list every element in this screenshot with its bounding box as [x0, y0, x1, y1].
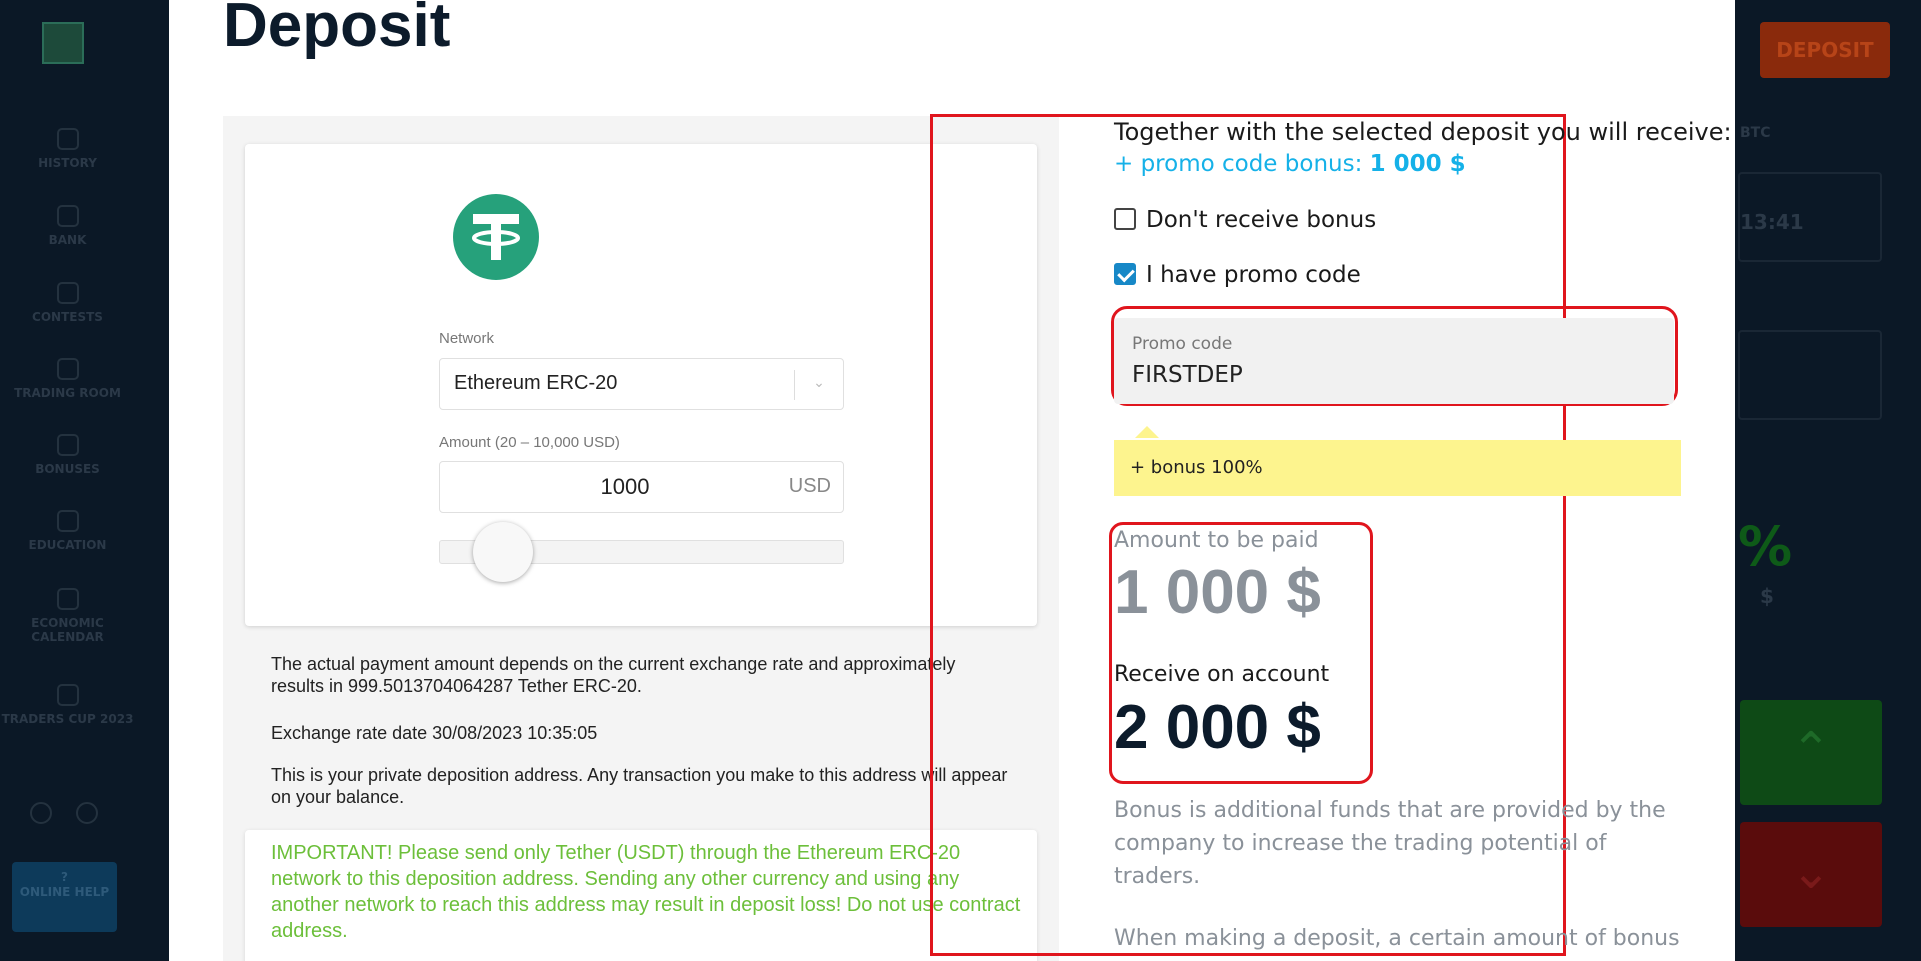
tip-arrow: [1135, 426, 1159, 438]
settings-icon[interactable]: [30, 802, 52, 824]
amount-currency: USD: [788, 475, 831, 497]
app-right-panel: [1738, 0, 1921, 961]
sound-icon[interactable]: [76, 802, 98, 824]
exchange-rate-date: Exchange rate date 30/08/2023 10:35:05: [271, 723, 598, 743]
bank-icon: [56, 205, 79, 227]
sidebar-item-economic-calendar[interactable]: ECONOMIC CALENDAR: [0, 588, 135, 644]
bonus-description: Bonus is additional funds that are provi…: [1114, 798, 1666, 889]
promo-bonus-prefix: + promo code bonus:: [1114, 151, 1370, 177]
amount-field[interactable]: 1000 USD: [439, 461, 844, 513]
sidebar-item-history[interactable]: HISTORY: [0, 128, 135, 170]
no-bonus-label[interactable]: Don't receive bonus: [1146, 207, 1376, 233]
contests-icon: [56, 282, 79, 304]
page-title: Deposit: [223, 0, 451, 60]
arrow-down-icon: ⌄: [1790, 844, 1832, 900]
sidebar-item-trading-room[interactable]: TRADING ROOM: [0, 358, 135, 400]
promo-code-input[interactable]: Promo code FIRSTDEP: [1114, 318, 1674, 404]
header-deposit-button[interactable]: DEPOSIT: [1760, 22, 1890, 78]
sidebar-item-bonuses[interactable]: BONUSES: [0, 434, 135, 476]
private-address-note: This is your private deposition address.…: [271, 765, 1008, 807]
online-help-button[interactable]: ? ONLINE HELP: [12, 862, 117, 932]
asset-pair-label: BTC: [1740, 125, 1771, 141]
pay-amount-value: 1 000 $: [1114, 558, 1321, 627]
bonus-description-continued: When making a deposit, a certain amount …: [1114, 926, 1680, 951]
amount-value[interactable]: 1000: [560, 474, 690, 500]
sidebar-item-education[interactable]: EDUCATION: [0, 510, 135, 552]
network-label: Network: [439, 330, 495, 347]
trading-room-icon: [56, 358, 79, 380]
exchange-rate-note: The actual payment amount depends on the…: [271, 654, 956, 696]
no-bonus-checkbox-row[interactable]: Don't receive bonus: [1114, 207, 1376, 233]
receive-heading: Together with the selected deposit you w…: [1114, 118, 1732, 146]
promo-bonus-value: 1 000 $: [1369, 151, 1466, 177]
bonuses-icon: [56, 434, 79, 456]
time-box[interactable]: 13:41: [1738, 172, 1882, 262]
arrow-up-icon: ⌃: [1790, 722, 1832, 778]
chevron-down-icon[interactable]: ⌄: [809, 371, 829, 395]
select-divider: [794, 370, 795, 400]
sidebar-item-traders-cup[interactable]: TRADERS CUP 2023: [0, 684, 135, 726]
app-sidebar: HISTORY BANK CONTESTS TRADING ROOM BONUS…: [0, 0, 135, 961]
app-logo: [42, 22, 84, 64]
question-icon: ?: [61, 870, 68, 884]
network-select[interactable]: Ethereum ERC-20 ⌄: [439, 358, 844, 410]
no-bonus-checkbox[interactable]: [1114, 208, 1136, 230]
profit-currency: $: [1760, 584, 1774, 608]
down-button[interactable]: ⌄: [1740, 822, 1882, 927]
important-notice: IMPORTANT! Please send only Tether (USDT…: [271, 842, 1021, 942]
payment-method-card: Network Ethereum ERC-20 ⌄ Amount (20 – 1…: [245, 144, 1037, 626]
history-icon: [56, 128, 79, 150]
sidebar-item-bank[interactable]: BANK: [0, 205, 135, 247]
tether-logo-icon: [453, 194, 539, 280]
promo-bonus-line: + promo code bonus: 1 000 $: [1114, 151, 1466, 177]
investment-box[interactable]: [1738, 330, 1882, 420]
promo-code-checkbox-row[interactable]: I have promo code: [1114, 262, 1361, 288]
promo-code-label: Promo code: [1132, 334, 1233, 354]
education-icon: [56, 510, 79, 532]
amount-label: Amount (20 – 10,000 USD): [439, 434, 620, 451]
receive-amount-label: Receive on account: [1114, 662, 1330, 687]
sidebar-item-contests[interactable]: CONTESTS: [0, 282, 135, 324]
promo-code-value[interactable]: FIRSTDEP: [1132, 362, 1243, 388]
profitability-value: %: [1738, 515, 1793, 578]
time-value: 13:41: [1740, 210, 1804, 234]
up-button[interactable]: ⌃: [1740, 700, 1882, 805]
important-notice-card: IMPORTANT! Please send only Tether (USDT…: [245, 830, 1037, 961]
pay-amount-label: Amount to be paid: [1114, 528, 1319, 553]
promo-code-checkbox[interactable]: [1114, 263, 1136, 285]
promo-code-checkbox-label[interactable]: I have promo code: [1146, 262, 1361, 288]
promo-bonus-tip: + bonus 100%: [1114, 440, 1681, 496]
network-value: Ethereum ERC-20: [454, 372, 618, 394]
trophy-icon: [56, 684, 79, 706]
receive-amount-value: 2 000 $: [1114, 693, 1321, 762]
amount-slider-handle[interactable]: [472, 522, 533, 582]
calendar-icon: [56, 588, 79, 610]
